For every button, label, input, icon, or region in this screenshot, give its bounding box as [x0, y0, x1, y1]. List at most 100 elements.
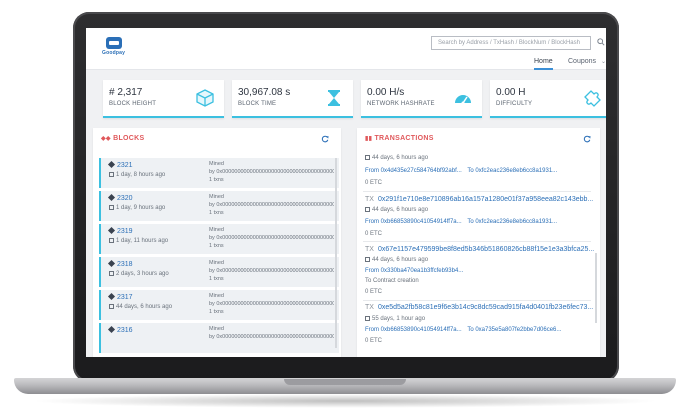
tx-age: 55 days, 1 hour ago — [365, 316, 425, 322]
block-number: 2321 — [117, 162, 133, 169]
stat-value: 0.00 H — [496, 87, 526, 98]
block-number: 2317 — [117, 294, 133, 301]
block-age-text: 2 days, 3 hours ago — [116, 271, 169, 277]
tx-hash-link[interactable]: TX 0x291f1e710e8e710896ab16a157a1280e01f3… — [365, 196, 593, 203]
block-number-link[interactable]: 2317 — [107, 292, 133, 301]
bar-chart-icon: ▮▮ — [365, 136, 373, 142]
block-miner[interactable]: by 0x00000000000000000000000000000000000… — [209, 301, 334, 307]
block-number-link[interactable]: 2318 — [107, 259, 133, 268]
refresh-icon[interactable] — [583, 135, 591, 143]
block-age-text: 44 days, 6 hours ago — [116, 304, 173, 310]
tx-amount: 0 ETC — [365, 180, 383, 186]
tx-to[interactable]: To 0xfc2eac236e8eb6cc8a1931... — [467, 219, 557, 225]
stat-card-block-time: 30,967.08 s BLOCK TIME — [232, 80, 353, 118]
transactions-scrollbar[interactable] — [595, 253, 597, 323]
block-age: 1 day, 11 hours ago — [109, 238, 168, 244]
block-mined: Mined — [209, 326, 224, 332]
hourglass-icon — [109, 271, 114, 276]
tx-prefix: TX — [365, 196, 374, 203]
block-row[interactable]: 2321 1 day, 8 hours ago Mined by 0x00000… — [99, 158, 339, 188]
tx-hash: 0x67e1157e479599be8f8ed5b346b51860826cb8… — [377, 246, 595, 253]
block-txns: 1 txns — [209, 210, 224, 216]
tx-from[interactable]: From 0x4d435e27c584764bf92abf... — [365, 168, 462, 174]
laptop-shadow — [30, 394, 660, 408]
logo[interactable]: Goodpay — [102, 37, 126, 59]
nav-coupons-label: Coupons — [568, 58, 597, 65]
tx-to[interactable]: To 0xa735e5a807fe2bbe7d06ce6... — [467, 327, 561, 333]
blocks-scrollbar[interactable] — [335, 158, 337, 348]
transactions-panel-title: ▮▮ TRANSACTIONS — [365, 135, 434, 142]
tx-prefix: TX — [365, 246, 374, 253]
block-number-link[interactable]: 2319 — [107, 226, 133, 235]
tx-hash-link[interactable]: TX 0x67e1157e479599be8f8ed5b346b51860826c… — [365, 246, 594, 253]
tx-age-text: 44 days, 6 hours ago — [372, 257, 429, 263]
nav-home[interactable]: Home — [534, 58, 553, 70]
block-row[interactable]: 2319 1 day, 11 hours ago Mined by 0x0000… — [99, 224, 339, 254]
top-header: Goodpay Search by Address / TxHash / Blo… — [86, 28, 606, 70]
tx-from-link[interactable]: From 0x330ba470ea1b3ffcfeb93b4... — [365, 268, 463, 274]
block-row[interactable]: 2318 2 days, 3 hours ago Mined by 0x0000… — [99, 257, 339, 287]
hourglass-icon — [365, 257, 370, 262]
block-miner[interactable]: by 0x00000000000000000000000000000000000… — [209, 268, 334, 274]
cube-icon — [107, 259, 116, 268]
nav-coupons[interactable]: Coupons ⌄ — [568, 58, 606, 65]
cube-icon — [107, 193, 116, 202]
hourglass-icon — [109, 304, 114, 309]
block-number: 2318 — [117, 261, 133, 268]
divider — [363, 241, 591, 242]
cube-icon — [107, 160, 116, 169]
block-miner[interactable]: by 0x00000000000000000000000000000000000… — [209, 334, 334, 340]
tx-amount: 0 ETC — [365, 231, 383, 237]
block-row[interactable]: 2317 44 days, 6 hours ago Mined by 0x000… — [99, 290, 339, 320]
tx-age-text: 55 days, 1 hour ago — [372, 316, 426, 322]
block-mined: Mined — [209, 293, 224, 299]
tx-age: 44 days, 6 hours ago — [365, 155, 428, 161]
tx-from[interactable]: From 0xb66853890c41054914ff7a... — [365, 327, 462, 333]
stat-card-block-height: # 2,317 BLOCK HEIGHT — [103, 80, 224, 118]
block-number-link[interactable]: 2321 — [107, 160, 133, 169]
cube-icon — [107, 226, 116, 235]
block-number-link[interactable]: 2320 — [107, 193, 133, 202]
block-txns: 1 txns — [209, 177, 224, 183]
tx-amount: 0 ETC — [365, 289, 383, 295]
stat-label: NETWORK HASHRATE — [367, 101, 435, 107]
hourglass-icon — [109, 172, 114, 177]
hourglass-icon — [328, 90, 340, 106]
tx-age: 44 days, 6 hours ago — [365, 207, 428, 213]
block-miner[interactable]: by 0x00000000000000000000000000000000000… — [209, 169, 334, 175]
stat-value: # 2,317 — [109, 87, 143, 98]
block-row[interactable]: 2316 Mined by 0x000000000000000000000000… — [99, 323, 339, 353]
tx-hash-link[interactable]: TX 0xe5d5a2fb58c81e9f6e3b14c9c8dc59cad915… — [365, 304, 593, 311]
hourglass-icon — [365, 207, 370, 212]
transactions-panel: ▮▮ TRANSACTIONS 44 days, 6 hours ago Fro… — [357, 128, 600, 357]
hourglass-icon — [365, 316, 370, 321]
block-number-link[interactable]: 2316 — [107, 325, 133, 334]
hourglass-icon — [109, 205, 114, 210]
laptop-notch — [284, 379, 406, 385]
block-mined: Mined — [209, 227, 224, 233]
stat-label: BLOCK HEIGHT — [109, 101, 157, 107]
block-age: 1 day, 8 hours ago — [109, 172, 165, 178]
block-age: 2 days, 3 hours ago — [109, 271, 169, 277]
block-row[interactable]: 2320 1 day, 9 hours ago Mined by 0x00000… — [99, 191, 339, 221]
block-txns: 1 txns — [209, 309, 224, 315]
divider — [363, 300, 591, 301]
cube-icon — [107, 325, 116, 334]
screen: Goodpay Search by Address / TxHash / Blo… — [86, 28, 606, 357]
tx-from[interactable]: From 0xb66853890c41054914ff7a... — [365, 219, 462, 225]
hourglass-icon — [109, 238, 114, 243]
search-input[interactable]: Search by Address / TxHash / BlockNum / … — [431, 36, 591, 50]
refresh-icon[interactable] — [321, 135, 329, 143]
cube-icon — [107, 292, 116, 301]
stat-card-network-hashrate: 0.00 H/s NETWORK HASHRATE — [361, 80, 482, 118]
block-miner[interactable]: by 0x00000000000000000000000000000000000… — [209, 235, 334, 241]
block-miner[interactable]: by 0x00000000000000000000000000000000000… — [209, 202, 334, 208]
stat-label: BLOCK TIME — [238, 101, 277, 107]
block-age: 44 days, 6 hours ago — [109, 304, 172, 310]
cube-icon — [196, 89, 214, 107]
tx-to[interactable]: To 0xfc2eac236e8eb6cc8a1931... — [467, 168, 557, 174]
transactions-title-text: TRANSACTIONS — [374, 135, 434, 142]
blocks-title-text: BLOCKS — [113, 135, 145, 142]
search-icon[interactable] — [597, 38, 605, 46]
tx-hash: 0x291f1e710e8e710896ab16a157a1280e01f37a… — [377, 196, 594, 203]
